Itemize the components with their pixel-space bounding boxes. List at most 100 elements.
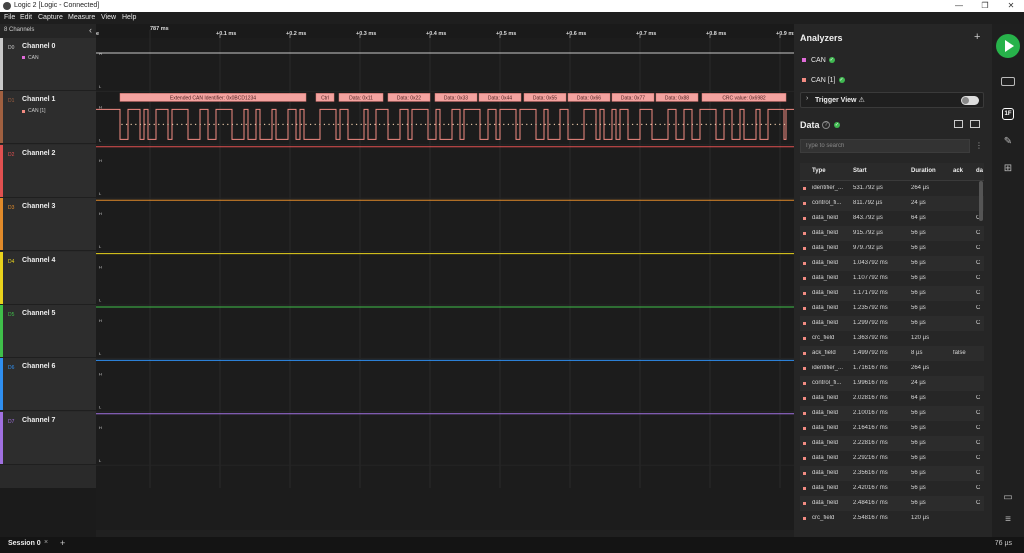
row-color-swatch	[803, 262, 806, 265]
table-row[interactable]: data_field 1.171792 ms 56 µs C	[800, 286, 984, 301]
table-row[interactable]: data_field 2.292167 ms 56 µs C	[800, 451, 984, 466]
channel-name[interactable]: Channel 5	[22, 310, 55, 317]
channel-analyzer-name: CAN [1]	[28, 108, 46, 115]
pencil-icon[interactable]: ✎	[998, 134, 1018, 150]
channel-analyzer-label: CAN	[22, 55, 39, 61]
table-row[interactable]: data_field 2.028167 ms 64 µs C	[800, 391, 984, 406]
analyzer-item-can-1[interactable]: CAN [1] ✓	[802, 77, 845, 84]
chat-icon[interactable]: ▭	[998, 490, 1018, 506]
table-view-icon[interactable]	[954, 120, 963, 128]
more-options-icon[interactable]: ⋮	[975, 141, 983, 150]
table-row[interactable]: data_field 915.792 µs 56 µs C	[800, 226, 984, 241]
table-row[interactable]: data_field 2.356167 ms 56 µs C	[800, 466, 984, 481]
table-cell: 56 µs	[911, 320, 926, 326]
trigger-view-bar[interactable]: › Trigger View ⚠	[800, 92, 984, 108]
channel-row-1[interactable]: D1 Channel 1 CAN [1]	[0, 91, 96, 145]
sample-dot	[273, 123, 275, 126]
channel-row-0[interactable]: D0 Channel 0 CAN	[0, 38, 96, 91]
sample-dot	[286, 123, 289, 126]
sample-dot	[424, 123, 427, 126]
table-row[interactable]: data_field 1.299792 ms 56 µs C	[800, 316, 984, 331]
menu-view[interactable]: View	[101, 14, 116, 21]
channel-row-5[interactable]: D5 Channel 5	[0, 305, 96, 358]
channel-name[interactable]: Channel 1	[22, 96, 55, 103]
sample-dot	[268, 123, 270, 126]
table-row[interactable]: data_field 2.484167 ms 56 µs C	[800, 496, 984, 511]
waveform-canvas[interactable]: 787 ms e +0.1 ms +0.2 ms +0.3 ms +0.4 ms +0.5 …	[96, 24, 794, 530]
menu-capture[interactable]: Capture	[38, 14, 63, 21]
table-row[interactable]: data_field 2.420167 ms 56 µs C	[800, 481, 984, 496]
table-row[interactable]: data_field 1.235792 ms 56 µs C	[800, 301, 984, 316]
add-analyzer-button[interactable]: +	[974, 31, 980, 43]
session-tab[interactable]: Session 0	[8, 540, 41, 547]
table-row[interactable]: data_field 1.043792 ms 56 µs C	[800, 256, 984, 271]
device-icon[interactable]	[998, 74, 1018, 90]
start-capture-button[interactable]	[996, 34, 1020, 58]
terminal-view-icon[interactable]	[970, 120, 980, 128]
menu-file[interactable]: File	[4, 14, 15, 21]
table-cell: data_field	[812, 275, 839, 281]
horizontal-scrollbar[interactable]	[96, 530, 794, 537]
channel-name[interactable]: Channel 0	[22, 43, 55, 50]
column-header-type[interactable]: Type	[812, 168, 826, 174]
table-cell: 56 µs	[911, 275, 926, 281]
table-row[interactable]: data_field 2.228167 ms 56 µs C	[800, 436, 984, 451]
sample-dot	[599, 123, 602, 126]
table-row[interactable]: data_field843.792 µs64 µsC	[800, 211, 984, 226]
channel-row-3[interactable]: D3 Channel 3	[0, 198, 96, 252]
table-cell: 120 µs	[911, 515, 930, 521]
menu-measure[interactable]: Measure	[68, 14, 95, 21]
close-window-button[interactable]: ✕	[998, 0, 1024, 12]
timeline-start-label: 787 ms	[150, 26, 169, 32]
channel-name[interactable]: Channel 3	[22, 203, 55, 210]
close-session-icon[interactable]: ×	[44, 539, 48, 546]
table-row[interactable]: data_field 979.792 µs 56 µs C	[800, 241, 984, 256]
hamburger-menu-icon[interactable]: ≡	[998, 512, 1018, 528]
table-row[interactable]: data_field 2.100167 ms 56 µs C	[800, 406, 984, 421]
extensions-icon[interactable]: ⊞	[998, 161, 1018, 177]
trigger-view-toggle[interactable]	[961, 96, 979, 105]
channel-name[interactable]: Channel 6	[22, 363, 55, 370]
channel-row-6[interactable]: D6 Channel 6	[0, 358, 96, 412]
help-icon[interactable]: ?	[822, 121, 830, 129]
add-session-button[interactable]: +	[60, 538, 65, 548]
channel-name[interactable]: Channel 7	[22, 417, 55, 424]
channel-row-4[interactable]: D4 Channel 4	[0, 251, 96, 305]
menu-edit[interactable]: Edit	[20, 14, 32, 21]
table-row[interactable]: crc_field 2.548167 ms 120 µs	[800, 511, 984, 526]
channel-row-2[interactable]: D2 Channel 2	[0, 144, 96, 198]
column-header-ack[interactable]: ack	[953, 168, 963, 174]
table-row[interactable]: control_fi... 1.996167 ms 24 µs	[800, 376, 984, 391]
row-color-swatch	[803, 202, 806, 205]
collapse-sidebar-icon[interactable]: ‹	[89, 25, 92, 35]
column-header-duration[interactable]: Duration	[911, 168, 936, 174]
table-row[interactable]: control_fi... 811.792 µs 24 µs	[800, 196, 984, 211]
table-cell: data_field	[812, 440, 839, 446]
menu-help[interactable]: Help	[122, 14, 136, 21]
channel-row-7[interactable]: D7 Channel 7	[0, 411, 96, 465]
minimize-button[interactable]: —	[946, 0, 972, 12]
table-row[interactable]: crc_field 1.363792 ms 120 µs	[800, 331, 984, 346]
sample-dot	[457, 123, 459, 126]
table-row[interactable]: identifier_... 1.716167 ms 264 µs	[800, 361, 984, 376]
column-header-data[interactable]: da	[976, 168, 983, 174]
sample-dot	[323, 123, 326, 126]
analyzer-item-can[interactable]: CAN ✓	[802, 57, 835, 64]
channel-name[interactable]: Channel 2	[22, 150, 55, 157]
table-row[interactable]: data_field 1.107792 ms 56 µs C	[800, 271, 984, 286]
table-row[interactable]: identifier_... 531.792 µs 264 µs	[800, 181, 984, 196]
row-color-swatch	[803, 397, 806, 400]
channel-color-strip	[0, 411, 3, 464]
table-row[interactable]: data_field 2.164167 ms 56 µs C	[800, 421, 984, 436]
maximize-button[interactable]: ❐	[972, 0, 998, 12]
search-input[interactable]	[800, 139, 970, 153]
chevron-right-icon[interactable]: ›	[806, 95, 808, 102]
table-scrollbar[interactable]	[979, 181, 983, 221]
sample-dot	[493, 123, 496, 126]
waveform-view[interactable]: 787 ms e +0.1 ms +0.2 ms +0.3 ms +0.4 ms +0.5 …	[96, 24, 794, 530]
column-header-start[interactable]: Start	[853, 168, 867, 174]
analyzers-tool-button[interactable]: 1F	[998, 106, 1018, 122]
sample-dot	[737, 123, 740, 126]
table-row[interactable]: ack_field 1.499792 ms 8 µs false	[800, 346, 984, 361]
channel-name[interactable]: Channel 4	[22, 257, 55, 264]
